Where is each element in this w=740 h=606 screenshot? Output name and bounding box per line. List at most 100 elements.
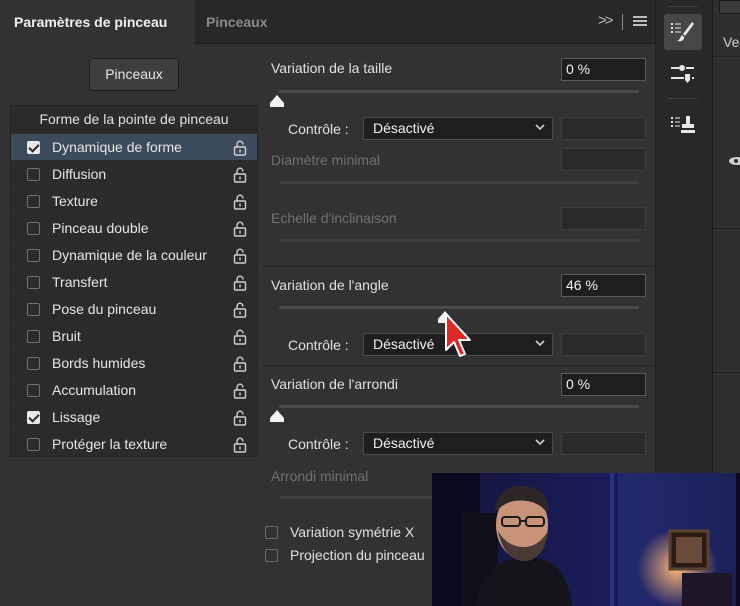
size-jitter-value[interactable]: 0 % (561, 58, 646, 81)
list-item-checkbox[interactable] (27, 168, 40, 181)
adjacent-panel-field[interactable] (719, 0, 740, 14)
list-item-label: Transfert (52, 274, 108, 290)
brush-settings-icon (671, 22, 694, 42)
list-item-label: Pinceau double (52, 220, 149, 236)
tab-brush-settings[interactable]: Paramètres de pinceau (0, 0, 195, 44)
size-control-select[interactable]: Désactivé (363, 117, 553, 140)
list-item-label: Diffusion (52, 166, 107, 182)
list-item-checkbox[interactable] (27, 141, 40, 154)
size-control-value: Désactivé (373, 120, 435, 136)
panel-divider (713, 56, 740, 57)
list-item-checkbox[interactable] (27, 330, 40, 343)
roundness-jitter-thumb[interactable] (270, 410, 284, 422)
visibility-eye-icon[interactable] (729, 156, 740, 166)
brush-projection-label: Projection du pinceau (290, 547, 425, 563)
size-jitter-label: Variation de la taille (271, 60, 393, 76)
list-item-checkbox[interactable] (27, 384, 40, 397)
lock-icon[interactable] (233, 140, 247, 156)
strip-grip[interactable] (668, 6, 698, 9)
strip-grip[interactable] (668, 98, 698, 101)
tilt-scale-slider (279, 239, 639, 242)
roundness-jitter-slider[interactable] (279, 405, 639, 408)
brush-projection-checkbox[interactable] (265, 549, 278, 562)
list-item[interactable]: Dynamique de la couleur (11, 241, 257, 268)
section-divider (263, 266, 655, 267)
list-item[interactable]: Protéger la texture (11, 430, 257, 457)
clone-stamp-icon (671, 116, 695, 133)
brush-options-list: Forme de la pointe de pinceau Dynamique … (10, 105, 258, 457)
lock-icon[interactable] (233, 329, 247, 345)
list-item-checkbox[interactable] (27, 357, 40, 370)
list-item-checkbox[interactable] (27, 195, 40, 208)
chevron-down-icon (535, 340, 545, 347)
list-item[interactable]: Lissage (11, 403, 257, 430)
min-diameter-field (561, 148, 646, 171)
roundness-control-select[interactable]: Désactivé (363, 432, 553, 455)
list-item[interactable]: Pose du pinceau (11, 295, 257, 322)
tab-separator (622, 14, 623, 30)
chevron-down-icon (535, 439, 545, 446)
lock-icon[interactable] (233, 383, 247, 399)
list-item-checkbox[interactable] (27, 222, 40, 235)
lock-icon[interactable] (233, 194, 247, 210)
angle-jitter-slider[interactable] (279, 306, 639, 309)
panel-tab-bar: Paramètres de pinceau Pinceaux >> (0, 0, 655, 44)
roundness-control-label: Contrôle : (288, 436, 349, 452)
lock-icon[interactable] (233, 275, 247, 291)
collapse-panel-icon[interactable]: >> (598, 12, 613, 29)
sliders-icon (671, 65, 694, 83)
webcam-overlay (432, 473, 740, 606)
list-item-checkbox[interactable] (27, 411, 40, 424)
list-item-checkbox[interactable] (27, 303, 40, 316)
min-roundness-label: Arrondi minimal (271, 468, 369, 484)
brush-tip-shape-item[interactable]: Forme de la pointe de pinceau (11, 106, 257, 133)
list-item-label: Pose du pinceau (52, 301, 157, 317)
list-item[interactable]: Dynamique de forme (11, 133, 257, 160)
list-item[interactable]: Pinceau double (11, 214, 257, 241)
size-jitter-slider[interactable] (279, 90, 639, 93)
brushes-button[interactable]: Pinceaux (89, 58, 179, 91)
tab-brushes[interactable]: Pinceaux (206, 0, 267, 44)
list-item-label: Dynamique de forme (52, 139, 182, 155)
list-item[interactable]: Diffusion (11, 160, 257, 187)
panel-menu-icon[interactable] (633, 16, 647, 27)
chevron-down-icon (535, 124, 545, 131)
list-item-label: Lissage (52, 409, 101, 425)
roundness-jitter-value[interactable]: 0 % (561, 373, 646, 396)
list-item-label: Bruit (52, 328, 81, 344)
angle-control-value: Désactivé (373, 336, 435, 352)
tilt-scale-field (561, 207, 646, 230)
flip-x-checkbox[interactable] (265, 526, 278, 539)
roundness-control-extra-field (561, 432, 646, 455)
mouse-cursor-icon (445, 313, 471, 357)
lock-icon[interactable] (233, 437, 247, 453)
list-item-checkbox[interactable] (27, 438, 40, 451)
lock-icon[interactable] (233, 167, 247, 183)
section-divider (263, 365, 655, 366)
roundness-control-value: Désactivé (373, 435, 435, 451)
list-item-checkbox[interactable] (27, 276, 40, 289)
brush-settings-tool[interactable] (664, 14, 702, 50)
list-item[interactable]: Bruit (11, 322, 257, 349)
min-diameter-label: Diamètre minimal (271, 152, 380, 168)
tilt-scale-label: Echelle d'inclinaison (271, 210, 397, 226)
size-control-label: Contrôle : (288, 121, 349, 137)
webcam-presenter-image (432, 473, 740, 606)
lock-icon[interactable] (233, 356, 247, 372)
list-item-label: Texture (52, 193, 98, 209)
angle-jitter-value[interactable]: 46 % (561, 274, 646, 297)
list-item[interactable]: Transfert (11, 268, 257, 295)
lock-icon[interactable] (233, 302, 247, 318)
list-item[interactable]: Accumulation (11, 376, 257, 403)
roundness-jitter-label: Variation de l'arrondi (271, 376, 398, 392)
angle-control-extra-field (561, 333, 646, 356)
adjustments-tool[interactable] (664, 56, 702, 92)
list-item[interactable]: Texture (11, 187, 257, 214)
lock-icon[interactable] (233, 248, 247, 264)
size-jitter-thumb[interactable] (270, 95, 284, 107)
lock-icon[interactable] (233, 410, 247, 426)
list-item[interactable]: Bords humides (11, 349, 257, 376)
lock-icon[interactable] (233, 221, 247, 237)
list-item-checkbox[interactable] (27, 249, 40, 262)
clone-source-tool[interactable] (664, 108, 702, 144)
